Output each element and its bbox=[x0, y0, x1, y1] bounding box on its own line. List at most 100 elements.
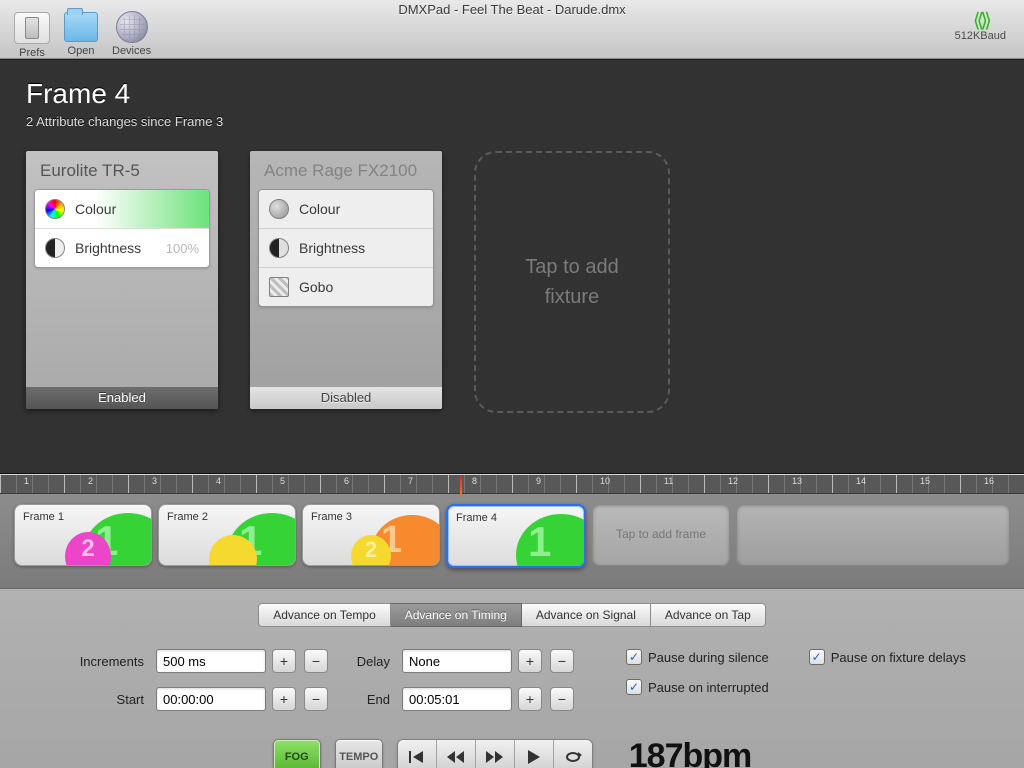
folder-icon bbox=[64, 12, 98, 42]
increments-label: Increments bbox=[60, 654, 150, 669]
frame-thumb-2[interactable]: Frame 2 1 bbox=[158, 504, 296, 566]
chk-label: Pause on interrupted bbox=[648, 680, 769, 695]
frame-thumb-label: Frame 2 bbox=[167, 511, 208, 523]
transport-buttons bbox=[397, 739, 593, 768]
transport-bar: FOG TEMPO 187bpm bbox=[0, 737, 1024, 768]
gobo-icon bbox=[269, 277, 289, 297]
checkbox-icon: ✓ bbox=[626, 679, 642, 695]
attr-brightness[interactable]: Brightness bbox=[259, 229, 433, 268]
lobe-icon: 1 bbox=[516, 514, 586, 568]
frame-canvas: Frame 4 2 Attribute changes since Frame … bbox=[0, 59, 1024, 474]
ruler-tick: 5 bbox=[280, 476, 285, 486]
globe-icon bbox=[116, 11, 148, 43]
fixture-card-eurolite[interactable]: Eurolite TR-5 Colour Brightness 100% Ena… bbox=[26, 151, 218, 409]
ruler-tick: 8 bbox=[472, 476, 477, 486]
brightness-icon bbox=[269, 238, 289, 258]
colour-wheel-icon bbox=[45, 199, 65, 219]
fixture-status[interactable]: Enabled bbox=[26, 387, 218, 409]
brightness-icon bbox=[45, 238, 65, 258]
delay-down[interactable]: − bbox=[550, 649, 574, 673]
fastfwd-button[interactable] bbox=[476, 740, 515, 768]
ruler-tick: 6 bbox=[344, 476, 349, 486]
end-input[interactable] bbox=[402, 687, 512, 711]
start-down[interactable]: − bbox=[304, 687, 328, 711]
chk-pause-interrupted[interactable]: ✓ Pause on interrupted bbox=[626, 679, 769, 695]
chk-label: Pause during silence bbox=[648, 650, 769, 665]
toolbar-prefs[interactable]: Prefs bbox=[14, 12, 50, 59]
frame-thumb-label: Frame 4 bbox=[456, 512, 497, 524]
attr-brightness[interactable]: Brightness 100% bbox=[35, 229, 209, 267]
increments-down[interactable]: − bbox=[304, 649, 328, 673]
frame-strip-empty bbox=[736, 504, 1010, 566]
toolbar-open[interactable]: Open bbox=[64, 12, 98, 57]
timeline-ruler[interactable]: 1 2 3 4 5 6 7 8 9 10 11 12 13 14 15 16 bbox=[0, 475, 1024, 494]
ruler-tick: 14 bbox=[856, 476, 866, 486]
tab-timing[interactable]: Advance on Timing bbox=[391, 603, 522, 627]
fixture-card-acme[interactable]: Acme Rage FX2100 Colour Brightness Gobo … bbox=[250, 151, 442, 409]
loop-icon bbox=[564, 750, 582, 764]
fog-toggle[interactable]: FOG bbox=[273, 739, 321, 768]
frame-thumb-3[interactable]: Frame 3 1 2 bbox=[302, 504, 440, 566]
frame-thumb-label: Frame 3 bbox=[311, 511, 352, 523]
fixture-name: Eurolite TR-5 bbox=[26, 151, 218, 189]
frame-thumb-1[interactable]: Frame 1 1 2 bbox=[14, 504, 152, 566]
play-icon bbox=[528, 750, 540, 764]
window-title: DMXPad - Feel The Beat - Darude.dmx bbox=[0, 2, 1024, 17]
chk-label: Pause on fixture delays bbox=[831, 650, 966, 665]
play-button[interactable] bbox=[515, 740, 554, 768]
loop-button[interactable] bbox=[554, 740, 592, 768]
delay-input[interactable] bbox=[402, 649, 512, 673]
attr-label: Brightness bbox=[299, 240, 365, 256]
attribute-list: Colour Brightness Gobo bbox=[258, 189, 434, 307]
tab-tap[interactable]: Advance on Tap bbox=[651, 603, 766, 627]
delay-up[interactable]: + bbox=[518, 649, 542, 673]
ruler-tick: 1 bbox=[24, 476, 29, 486]
ruler-tick: 12 bbox=[728, 476, 738, 486]
attr-label: Gobo bbox=[299, 279, 333, 295]
chk-pause-silence[interactable]: ✓ Pause during silence bbox=[626, 649, 769, 665]
fixtures-row: Eurolite TR-5 Colour Brightness 100% Ena… bbox=[26, 151, 998, 413]
bpm-readout: 187bpm bbox=[629, 737, 752, 768]
ruler-tick: 11 bbox=[664, 476, 673, 486]
frame-thumb-4[interactable]: Frame 4 1 bbox=[446, 504, 586, 568]
rewind-button[interactable] bbox=[437, 740, 476, 768]
colour-grey-icon bbox=[269, 199, 289, 219]
chk-pause-fixture[interactable]: ✓ Pause on fixture delays bbox=[809, 649, 966, 665]
attr-colour[interactable]: Colour bbox=[35, 190, 209, 229]
start-label: Start bbox=[60, 692, 150, 707]
fixture-status[interactable]: Disabled bbox=[250, 387, 442, 409]
ruler-tick: 3 bbox=[152, 476, 157, 486]
toolbar-devices[interactable]: Devices bbox=[112, 12, 151, 57]
frame-strip: Frame 1 1 2 Frame 2 1 Frame 3 1 2 Frame … bbox=[0, 494, 1024, 589]
attr-label: Colour bbox=[299, 201, 340, 217]
app-toolbar: DMXPad - Feel The Beat - Darude.dmx Pref… bbox=[0, 0, 1024, 59]
rewind-icon bbox=[447, 751, 465, 763]
end-up[interactable]: + bbox=[518, 687, 542, 711]
ruler-tick: 7 bbox=[408, 476, 413, 486]
start-input[interactable] bbox=[156, 687, 266, 711]
end-down[interactable]: − bbox=[550, 687, 574, 711]
add-fixture-button[interactable]: Tap to add fixture bbox=[474, 151, 670, 413]
increments-input[interactable] bbox=[156, 649, 266, 673]
baud-label: 512KBaud bbox=[955, 30, 1006, 42]
ruler-tick: 13 bbox=[792, 476, 802, 486]
tempo-toggle[interactable]: TEMPO bbox=[335, 739, 383, 768]
add-frame-button[interactable]: Tap to add frame bbox=[592, 504, 730, 566]
frame-title: Frame 4 bbox=[26, 78, 998, 110]
ruler-tick: 9 bbox=[536, 476, 541, 486]
frame-thumb-label: Frame 1 bbox=[23, 511, 64, 523]
start-up[interactable]: + bbox=[272, 687, 296, 711]
baud-indicator[interactable]: ⟨⟨⟩⟩ 512KBaud bbox=[955, 12, 1006, 42]
ruler-tick: 15 bbox=[920, 476, 930, 486]
baud-arrows-icon: ⟨⟨⟩⟩ bbox=[955, 12, 1006, 30]
increments-up[interactable]: + bbox=[272, 649, 296, 673]
ruler-tick: 4 bbox=[216, 476, 221, 486]
tab-tempo[interactable]: Advance on Tempo bbox=[258, 603, 391, 627]
toolbar-open-label: Open bbox=[68, 45, 95, 57]
tab-signal[interactable]: Advance on Signal bbox=[522, 603, 651, 627]
attr-label: Colour bbox=[75, 201, 116, 217]
attr-colour[interactable]: Colour bbox=[259, 190, 433, 229]
delay-label: Delay bbox=[336, 654, 396, 669]
attr-gobo[interactable]: Gobo bbox=[259, 268, 433, 306]
skip-back-button[interactable] bbox=[398, 740, 437, 768]
